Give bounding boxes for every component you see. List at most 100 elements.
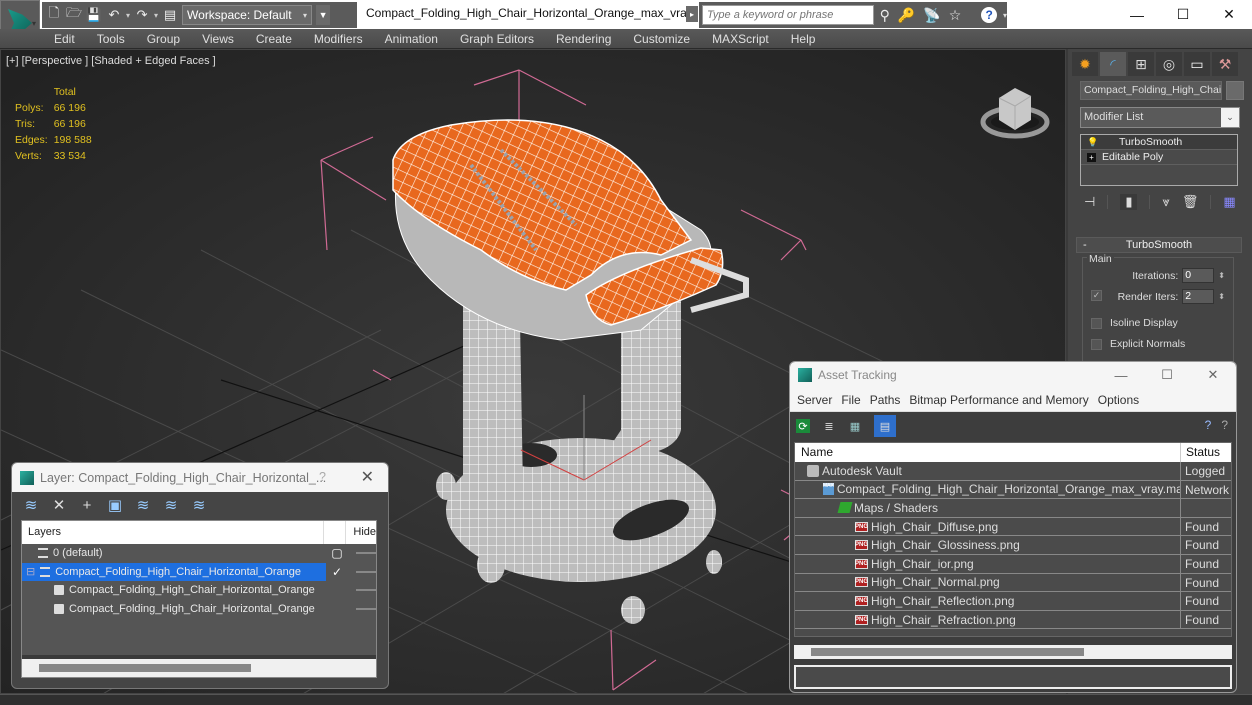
asset-row[interactable]: PNG High_Chair_ior.png Found — [795, 554, 1231, 574]
redo-dropdown[interactable]: ▾ — [154, 11, 158, 20]
asset-row[interactable]: PNG High_Chair_Diffuse.png Found — [795, 517, 1231, 537]
menu-graph-editors[interactable]: Graph Editors — [450, 29, 546, 49]
close-button[interactable]: ✕ — [1190, 362, 1236, 388]
stack-item-turbosmooth[interactable]: 💡 TurboSmooth — [1081, 135, 1237, 150]
asset-row[interactable]: PNG High_Chair_Glossiness.png Found — [795, 536, 1231, 555]
rollout-header[interactable]: - TurboSmooth — [1076, 237, 1242, 253]
motion-tab-icon[interactable]: ◎ — [1156, 52, 1182, 76]
hide-toggle[interactable] — [356, 552, 376, 555]
help-icon[interactable]: ? — [1221, 418, 1228, 432]
menu-bitmap-performance[interactable]: Bitmap Performance and Memory — [909, 393, 1097, 407]
hide-toggle[interactable] — [356, 570, 376, 573]
configure-modifier-sets-icon[interactable]: ▦ — [1223, 194, 1235, 210]
help-dropdown[interactable]: ▾ — [1003, 11, 1007, 20]
explicit-normals-checkbox[interactable] — [1091, 338, 1102, 350]
undo-icon[interactable]: ↶ — [106, 7, 122, 23]
viewcube[interactable] — [979, 80, 1051, 140]
menu-paths[interactable]: Paths — [870, 393, 910, 407]
refresh-icon[interactable]: ⟳ — [796, 419, 810, 433]
object-row[interactable]: Compact_Folding_High_Chair_Horizontal_Or… — [22, 581, 376, 600]
make-unique-icon[interactable]: ⩔ — [1162, 194, 1169, 210]
menu-server[interactable]: Server — [797, 393, 841, 407]
vault-help-icon[interactable]: ? — [1205, 418, 1212, 432]
menu-views[interactable]: Views — [192, 29, 246, 49]
menu-help[interactable]: Help — [781, 29, 828, 49]
expand-title-arrow[interactable]: ▸ — [686, 6, 698, 22]
show-end-result-icon[interactable]: ▮ — [1120, 194, 1138, 210]
menu-options[interactable]: Options — [1098, 393, 1148, 407]
hierarchy-tab-icon[interactable]: ⊞ — [1128, 52, 1154, 76]
workspace-select[interactable]: Workspace: Default ▾ — [182, 5, 313, 25]
hide-toggle[interactable] — [356, 607, 376, 610]
help-button[interactable]: ? — [319, 470, 326, 484]
save-icon[interactable]: 💾 — [86, 7, 102, 23]
asset-row[interactable]: PNG High_Chair_Reflection.png Found — [795, 592, 1231, 611]
iterations-spinner[interactable]: 0 — [1182, 268, 1215, 283]
isoline-display-checkbox[interactable] — [1091, 317, 1102, 329]
layer-row[interactable]: 0 (default) ▢ — [22, 544, 376, 563]
viewport-label[interactable]: [+] [Perspective ] [Shaded + Edged Faces… — [6, 55, 216, 67]
close-button[interactable]: ✕ — [361, 467, 374, 487]
object-color-swatch[interactable] — [1226, 81, 1244, 100]
key-icon[interactable]: 🔑 — [898, 7, 915, 24]
render-iters-checkbox[interactable]: ✓ — [1091, 290, 1102, 301]
scrollbar-thumb[interactable] — [811, 648, 1084, 656]
close-button[interactable]: ✕ — [1206, 0, 1252, 29]
object-name-field[interactable]: Compact_Folding_High_Chair_H — [1080, 81, 1222, 100]
spinner-arrows-icon[interactable]: ⬍ — [1218, 271, 1225, 280]
customize-toolbar-button[interactable]: ▼ — [316, 5, 331, 25]
layer-properties-icon[interactable]: ≋ — [190, 496, 208, 514]
menu-rendering[interactable]: Rendering — [546, 29, 623, 49]
satellite-icon[interactable]: 📡 — [923, 7, 940, 24]
current-layer-indicator[interactable]: ▢ — [326, 546, 348, 560]
remove-modifier-icon[interactable]: 🗑 — [1182, 194, 1199, 210]
asset-row[interactable]: PNG High_Chair_Refraction.png Found — [795, 610, 1231, 630]
column-layers[interactable]: Layers — [22, 521, 325, 544]
menu-file[interactable]: File — [841, 393, 869, 407]
delete-layer-icon[interactable]: ✕ — [50, 496, 68, 514]
lightbulb-icon[interactable]: 💡 — [1087, 137, 1098, 148]
maximize-button[interactable]: ☐ — [1160, 0, 1206, 29]
display-tab-icon[interactable]: ▭ — [1184, 52, 1210, 76]
horizontal-scrollbar[interactable] — [22, 659, 376, 677]
open-file-icon[interactable]: 🗁 — [66, 5, 82, 23]
binoculars-icon[interactable]: ⚲ — [880, 7, 890, 24]
asset-tracking-titlebar[interactable]: Asset Tracking — ☐ ✕ — [790, 362, 1236, 388]
select-objects-icon[interactable]: ▣ — [106, 496, 124, 514]
spinner-arrows-icon[interactable]: ⬍ — [1218, 292, 1225, 301]
column-name[interactable]: Name — [795, 443, 1181, 462]
layer-dialog-titlebar[interactable]: Layer: Compact_Folding_High_Chair_Horizo… — [12, 463, 388, 492]
pin-stack-icon[interactable]: ⊣ — [1084, 194, 1095, 210]
scrollbar-thumb[interactable] — [39, 664, 251, 672]
minimize-button[interactable]: — — [1114, 0, 1160, 29]
table-view-icon[interactable]: ▤ — [874, 415, 896, 437]
thumbnail-view-icon[interactable]: ▦ — [848, 419, 862, 433]
hide-toggle[interactable] — [356, 589, 376, 592]
minimize-button[interactable]: — — [1098, 362, 1144, 388]
menu-tools[interactable]: Tools — [87, 29, 137, 49]
create-layer-icon[interactable]: ≋ — [22, 496, 40, 514]
menu-customize[interactable]: Customize — [623, 29, 702, 49]
plus-box-icon[interactable]: + — [1087, 152, 1096, 162]
star-icon[interactable]: ☆ — [949, 7, 962, 24]
current-layer-indicator[interactable]: ✓ — [326, 565, 348, 579]
asset-row[interactable]: MAX Compact_Folding_High_Chair_Horizontal… — [795, 480, 1231, 500]
asset-row[interactable]: Autodesk Vault Logged — [795, 462, 1231, 481]
menu-edit[interactable]: Edit — [44, 29, 87, 49]
search-input[interactable] — [702, 5, 874, 25]
stack-item-editable-poly[interactable]: + Editable Poly — [1081, 150, 1237, 165]
menu-modifiers[interactable]: Modifiers — [304, 29, 375, 49]
column-hide[interactable]: Hide — [346, 521, 376, 544]
menu-animation[interactable]: Animation — [375, 29, 450, 49]
help-icon[interactable]: ? — [981, 7, 997, 23]
maximize-button[interactable]: ☐ — [1144, 362, 1190, 388]
asset-row[interactable]: Maps / Shaders — [795, 499, 1231, 518]
new-file-icon[interactable]: 🗋 — [46, 5, 62, 23]
horizontal-scrollbar[interactable] — [794, 645, 1232, 659]
menu-maxscript[interactable]: MAXScript — [702, 29, 781, 49]
menu-group[interactable]: Group — [137, 29, 192, 49]
utilities-tab-hammer-icon[interactable]: ⚒ — [1212, 52, 1238, 76]
modifier-list-dropdown[interactable]: Modifier List ⌄ — [1080, 107, 1240, 128]
column-status[interactable]: Status — [1181, 443, 1220, 462]
highlight-layer-icon[interactable]: ≋ — [134, 496, 152, 514]
